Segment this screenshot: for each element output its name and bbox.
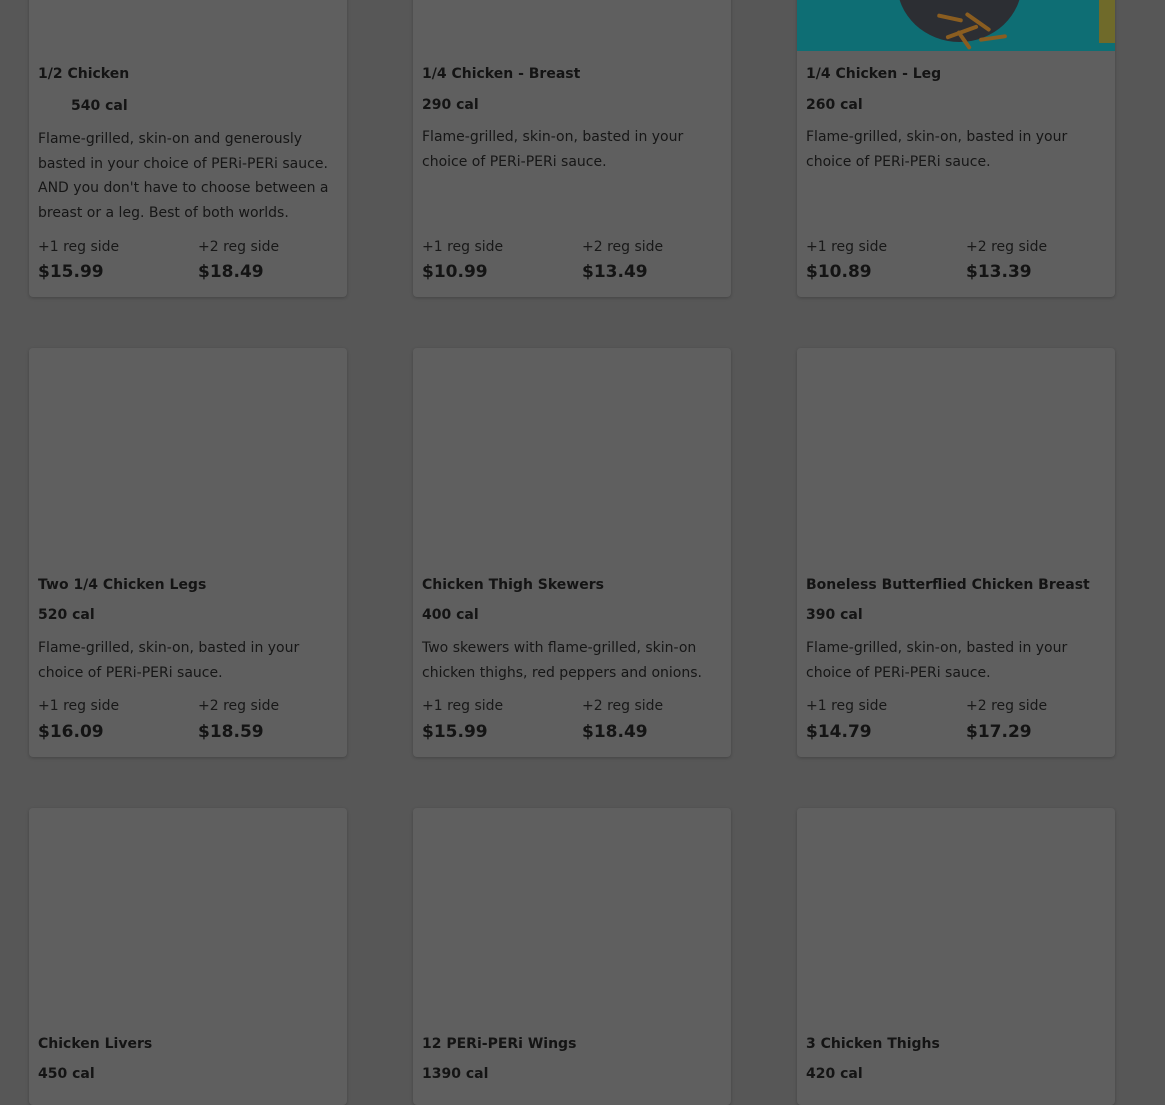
menu-item-description: Flame-grilled, skin-on and generously ba… [38,131,329,221]
option-price-2-side[interactable]: $18.59 [198,722,264,742]
menu-item-image [29,808,347,1023]
menu-card[interactable]: Chicken Thigh Skewers 400 cal Two skewer… [413,348,731,757]
option-label-1-side: +1 reg side [422,698,504,714]
option-price-2-side[interactable]: $18.49 [582,722,648,742]
menu-item-calories: 540 cal [71,98,128,114]
menu-item-image [797,808,1115,1023]
menu-card[interactable]: 1/4 Chicken - Breast 290 cal Flame-grill… [413,0,731,297]
option-label-1-side: +1 reg side [806,698,888,714]
menu-card[interactable]: 1/2 Chicken 540 cal Flame-grilled, skin-… [29,0,347,297]
menu-item-calories: 290 cal [422,97,479,113]
option-label-2-side: +2 reg side [582,698,664,714]
menu-item-image [797,0,1115,51]
menu-card[interactable]: 1/4 Chicken - Leg 260 cal Flame-grilled,… [797,0,1115,297]
menu-item-description: Flame-grilled, skin-on, basted in your c… [422,129,684,170]
menu-card[interactable]: Boneless Butterflied Chicken Breast 390 … [797,348,1115,757]
menu-item-image [29,348,347,563]
menu-item-calories: 260 cal [806,97,863,113]
menu-item-description: Two skewers with flame-grilled, skin-on … [422,640,702,681]
option-label-2-side: +2 reg side [582,239,664,255]
option-label-1-side: +1 reg side [38,239,120,255]
menu-item-calories: 390 cal [806,607,863,623]
menu-item-image [413,808,731,1023]
menu-item-title: Two 1/4 Chicken Legs [38,577,207,593]
menu-card[interactable]: Chicken Livers 450 cal [29,808,347,1105]
option-price-2-side[interactable]: $18.49 [198,262,264,282]
option-label-1-side: +1 reg side [422,239,504,255]
option-label-2-side: +2 reg side [198,239,280,255]
menu-item-title: Boneless Butterflied Chicken Breast [806,577,1090,593]
menu-item-calories: 520 cal [38,607,95,623]
menu-item-title: Chicken Thigh Skewers [422,577,604,593]
menu-item-title: 1/4 Chicken - Leg [806,66,942,82]
menu-item-title: 1/2 Chicken [38,66,130,82]
option-label-1-side: +1 reg side [38,698,120,714]
menu-item-title: 1/4 Chicken - Breast [422,66,581,82]
menu-item-image [413,348,731,563]
option-price-2-side[interactable]: $13.49 [582,262,648,282]
menu-item-title: 3 Chicken Thighs [806,1036,940,1052]
option-price-1-side[interactable]: $10.99 [422,262,488,282]
menu-item-description: Flame-grilled, skin-on, basted in your c… [806,129,1068,170]
option-price-1-side[interactable]: $16.09 [38,722,104,742]
lemon-graphic [1099,0,1115,43]
menu-item-description: Flame-grilled, skin-on, basted in your c… [38,640,300,681]
menu-item-image [29,0,347,51]
option-label-2-side: +2 reg side [198,698,280,714]
menu-item-calories: 400 cal [422,607,479,623]
option-label-1-side: +1 reg side [806,239,888,255]
menu-item-title: Chicken Livers [38,1036,153,1052]
option-price-2-side[interactable]: $17.29 [966,722,1032,742]
option-price-1-side[interactable]: $15.99 [38,262,104,282]
menu-item-calories: 450 cal [38,1066,95,1082]
menu-card[interactable]: Two 1/4 Chicken Legs 520 cal Flame-grill… [29,348,347,757]
menu-item-title: 12 PERi-PERi Wings [422,1036,577,1052]
option-price-1-side[interactable]: $10.89 [806,262,872,282]
menu-item-image [797,348,1115,563]
option-price-1-side[interactable]: $14.79 [806,722,872,742]
option-label-2-side: +2 reg side [966,239,1048,255]
menu-item-description: Flame-grilled, skin-on, basted in your c… [806,640,1068,681]
option-label-2-side: +2 reg side [966,698,1048,714]
menu-item-calories: 420 cal [806,1066,863,1082]
option-price-1-side[interactable]: $15.99 [422,722,488,742]
menu-card[interactable]: 3 Chicken Thighs 420 cal [797,808,1115,1105]
menu-card[interactable]: 12 PERi-PERi Wings 1390 cal [413,808,731,1105]
menu-item-image [413,0,731,51]
menu-item-calories: 1390 cal [422,1066,489,1082]
option-price-2-side[interactable]: $13.39 [966,262,1032,282]
